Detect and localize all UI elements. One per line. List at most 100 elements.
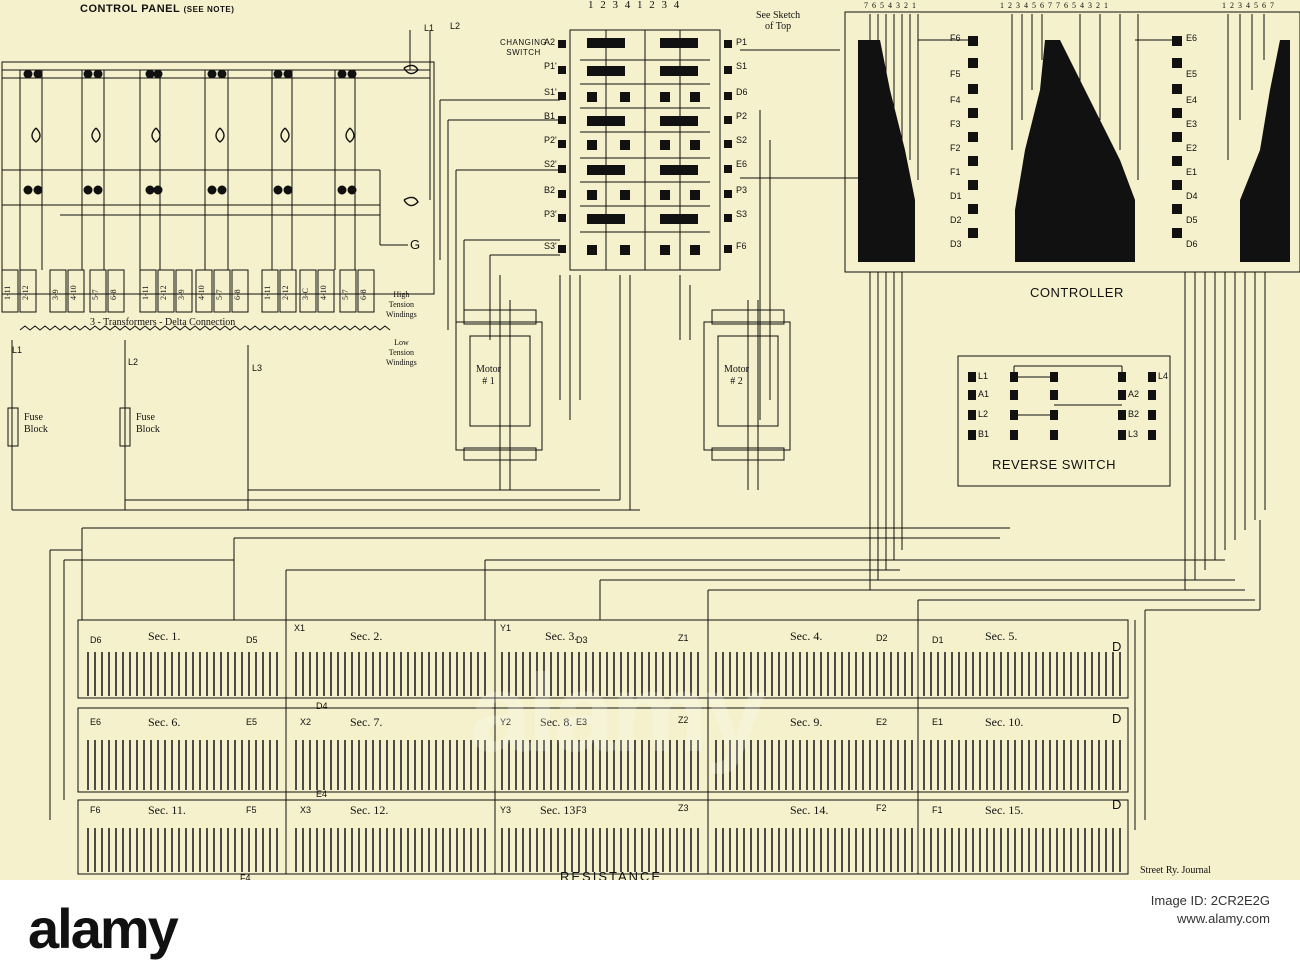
transformer-tag: 3-9 xyxy=(51,289,60,300)
cs-left-label: S3' xyxy=(544,241,557,251)
transformer-tag: 3-9 xyxy=(177,289,186,300)
transformer-tag: 6-8 xyxy=(359,289,368,300)
res-terms-label: F6 xyxy=(90,805,101,815)
res-terms-label: F3 xyxy=(576,805,587,815)
ctrl-left-label: F3 xyxy=(950,119,961,129)
motor-2-label: Motor # 2 xyxy=(724,364,749,387)
ctrl-right-label: E5 xyxy=(1186,69,1198,79)
cs-left-label: P2' xyxy=(544,135,557,145)
transformer-tag: 5-7 xyxy=(91,289,100,300)
transformer-tag: 5-7 xyxy=(341,289,350,300)
control-panel-title: CONTROL PANEL (SEE NOTE) xyxy=(80,3,235,15)
cs-right-label: P2 xyxy=(736,111,748,121)
ctrl-right-label: E2 xyxy=(1186,143,1198,153)
rev-terms-label: B1 xyxy=(978,429,990,439)
res-terms-label: D6 xyxy=(90,635,102,645)
cs-right-label: F6 xyxy=(736,241,747,251)
changing-switch xyxy=(558,29,732,271)
sec-labels-label: Sec. 6. xyxy=(148,715,181,729)
sec-labels-label: Sec. 4. xyxy=(790,629,823,643)
transformer-tag: 6-8 xyxy=(109,289,118,300)
cs-right-label: D6 xyxy=(736,87,748,97)
ctrl-left-label: F2 xyxy=(950,143,961,153)
image-id: Image ID: 2CR2E2G www.alamy.com xyxy=(1151,892,1270,928)
ground-label: G xyxy=(410,237,421,252)
ctrl-right-label: D6 xyxy=(1186,239,1198,249)
stock-footer: alamy Image ID: 2CR2E2G www.alamy.com xyxy=(0,880,1300,972)
res-terms-label: Y1 xyxy=(500,623,512,633)
transformer-tag: 2-12 xyxy=(281,285,290,300)
motor-2 xyxy=(703,300,791,490)
motor-1 xyxy=(455,300,543,490)
cs-left-label: S2' xyxy=(544,159,557,169)
site-url[interactable]: www.alamy.com xyxy=(1151,910,1270,928)
journal-credit: Street Ry. Journal xyxy=(1140,865,1211,876)
controller-title: CONTROLLER xyxy=(1030,285,1124,300)
transformers-label: 3 - Transformers - Delta Connection xyxy=(90,317,236,328)
transformer-tag: 4-10 xyxy=(319,285,328,300)
controller-cams xyxy=(858,36,1290,262)
reverse-switch-title: REVERSE SWITCH xyxy=(992,457,1117,472)
res-terms-label: E1 xyxy=(932,717,944,727)
res-terms-label: D1 xyxy=(932,635,944,645)
supply-l1: L1 xyxy=(12,345,23,355)
fuse-block-1: Fuse Block xyxy=(24,412,48,435)
controller-numbers-right: 1 2 3 4 5 6 7 xyxy=(1222,1,1275,10)
ctrl-right-label: D5 xyxy=(1186,215,1198,225)
controller-numbers-left: 7 6 5 4 3 2 1 xyxy=(864,1,917,10)
sec-labels-label: Sec. 10. xyxy=(985,715,1024,729)
ctrl-right-label: E4 xyxy=(1186,95,1198,105)
sec-labels-label: Sec. 3. xyxy=(545,629,578,643)
rev-terms-label: L2 xyxy=(978,409,989,419)
rev-terms-label: B2 xyxy=(1128,409,1140,419)
control-panel-wiring xyxy=(2,30,431,270)
line-label-l2: L2 xyxy=(450,21,461,31)
res-terms-label: F5 xyxy=(246,805,257,815)
cs-left-label: A2 xyxy=(544,37,556,47)
cs-right-label: P1 xyxy=(736,37,748,47)
sec-labels-label: Sec. 15. xyxy=(985,803,1024,817)
image-id-label: Image ID: 2CR2E2G xyxy=(1150,893,1270,908)
res-terms-label: E4 xyxy=(316,789,328,799)
controller-numbers-middle: 1 2 3 4 5 6 7 7 6 5 4 3 2 1 xyxy=(1000,1,1109,10)
motor-wiring xyxy=(439,49,860,510)
supply-l3: L3 xyxy=(252,363,263,373)
transformer-tag: 6-8 xyxy=(233,289,242,300)
rev-terms-label: A1 xyxy=(978,389,990,399)
res-terms-label: D5 xyxy=(246,635,258,645)
changing-switch-title: CHANGING SWITCH xyxy=(500,38,548,57)
res-terms-label: E6 xyxy=(90,717,102,727)
ctrl-left-label: D2 xyxy=(950,215,962,225)
res-terms-label: E2 xyxy=(876,717,888,727)
sketch-note: See Sketch of Top xyxy=(756,10,801,32)
transformer-tag: 2-12 xyxy=(21,285,30,300)
ctrl-right-label: D4 xyxy=(1186,191,1198,201)
fuse-block-2: Fuse Block xyxy=(136,412,160,435)
res-terms-label: X2 xyxy=(300,717,312,727)
sec-labels-label: Sec. 11. xyxy=(148,803,186,817)
ctrl-left-label: D3 xyxy=(950,239,962,249)
transformer-tag: 5-7 xyxy=(215,289,224,300)
high-tension-label: High Tension Windings xyxy=(386,290,417,319)
rev-terms-label: L4 xyxy=(1158,371,1169,381)
cs-right-label: E6 xyxy=(736,159,748,169)
rev-terms-label: A2 xyxy=(1128,389,1140,399)
sec-labels-label: Sec. 2. xyxy=(350,629,383,643)
sec-labels-label: Sec. 14. xyxy=(790,803,829,817)
ctrl-right-label: E6 xyxy=(1186,33,1198,43)
transformer-tag: 2-12 xyxy=(159,285,168,300)
res-terms-label: E5 xyxy=(246,717,258,727)
ctrl-left-label: D1 xyxy=(950,191,962,201)
ctrl-left-label: F1 xyxy=(950,167,961,177)
res-terms-label: Z1 xyxy=(678,633,689,643)
cs-right-label: S3 xyxy=(736,209,748,219)
line-label-l1: L1 xyxy=(424,23,435,33)
motor-1-label: Motor # 1 xyxy=(476,364,501,387)
res-terms-label: D3 xyxy=(576,635,588,645)
d-terminal-label: D xyxy=(1112,711,1122,726)
alamy-logo[interactable]: alamy xyxy=(28,896,179,961)
transformer-tag: 1-11 xyxy=(141,285,150,300)
sec-labels-label: Sec. 9. xyxy=(790,715,823,729)
res-terms-label: D2 xyxy=(876,633,888,643)
res-terms-label: X3 xyxy=(300,805,312,815)
